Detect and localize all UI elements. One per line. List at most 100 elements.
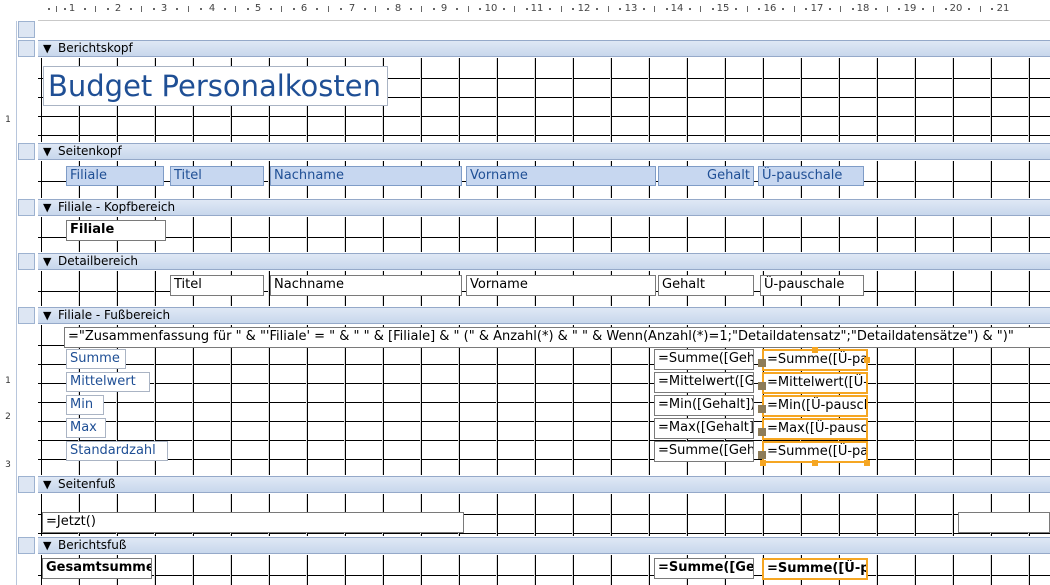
ruler-number: 19 [903, 3, 917, 14]
grand-total-label[interactable]: Gesamtsumme [42, 558, 152, 579]
ruler-number: 17 [810, 3, 824, 14]
field-ue-pauschale[interactable]: Ü-pauschale [760, 275, 864, 296]
header-label-vorname[interactable]: Vorname [466, 166, 656, 186]
ruler-dot [433, 8, 435, 10]
ruler-tick [561, 6, 562, 12]
ruler-number: 7 [348, 3, 356, 14]
section-selector-seitenfuss[interactable] [18, 476, 35, 493]
section-selector-detail[interactable] [18, 253, 35, 270]
resize-handle[interactable] [812, 460, 818, 466]
ruler-dot [503, 8, 505, 10]
section-selector-filiale-fuss[interactable] [18, 307, 35, 324]
now-expression-field[interactable]: =Jetzt() [42, 512, 464, 533]
section-band-seitenfuss[interactable]: ▼ Seitenfuß [38, 476, 1050, 493]
ruler-dot [991, 8, 993, 10]
ruler-tick [95, 6, 96, 12]
section-collapse-icon: ▼ [43, 255, 52, 268]
section-band-berichtskopf[interactable]: ▼ Berichtskopf [38, 40, 1050, 57]
ruler-number: 1 [68, 3, 76, 14]
ruler-number: 13 [624, 3, 638, 14]
header-label-titel[interactable]: Titel [170, 166, 264, 186]
summary-gehalt-standardzahl[interactable]: =Summe([Gehalt]) [654, 441, 754, 462]
group-field-filiale[interactable]: Filiale [66, 220, 166, 241]
grand-total-ue-pauschale[interactable]: =Summe([Ü-pauschale]) [762, 558, 868, 580]
ruler-number: 16 [763, 3, 777, 14]
section-band-berichtsfuss[interactable]: ▼ Berichtsfuß [38, 537, 1050, 554]
ruler-dot [735, 8, 737, 10]
ruler-number: 3 [5, 460, 11, 470]
field-vorname[interactable]: Vorname [466, 275, 656, 296]
move-handle[interactable] [758, 405, 766, 413]
ruler-dot [643, 8, 645, 10]
header-label-filiale[interactable]: Filiale [66, 166, 164, 186]
section-collapse-icon: ▼ [43, 309, 52, 322]
ruler-tick [654, 6, 655, 12]
resize-handle[interactable] [864, 460, 870, 466]
ruler-dot [84, 8, 86, 10]
summary-ue-max[interactable]: =Max([Ü-pauschale]) [762, 418, 868, 440]
summary-ue-mittelwert[interactable]: =Mittelwert([Ü-pauschale]) [762, 372, 868, 394]
move-handle[interactable] [758, 359, 766, 367]
summary-label-mittelwert[interactable]: Mittelwert [66, 372, 150, 392]
section-band-filiale-fuss[interactable]: ▼ Filiale - Fußbereich [38, 307, 1050, 324]
ruler-dot [479, 8, 481, 10]
section-label: Seitenfuß [58, 477, 116, 491]
move-handle[interactable] [758, 451, 766, 459]
resize-handle[interactable] [812, 347, 818, 353]
ruler-tick [980, 6, 981, 12]
ruler-tick [700, 6, 701, 12]
header-label-gehalt[interactable]: Gehalt [658, 166, 754, 186]
section-band-detail[interactable]: ▼ Detailbereich [38, 253, 1050, 270]
move-handle[interactable] [758, 382, 766, 390]
vertical-ruler: 1 1 2 3 [0, 21, 16, 585]
move-handle[interactable] [758, 428, 766, 436]
field-titel[interactable]: Titel [170, 275, 264, 296]
header-label-ue-pauschale[interactable]: Ü-pauschale [758, 166, 864, 186]
section-collapse-icon: ▼ [43, 42, 52, 55]
ruler-number: 4 [208, 3, 216, 14]
ruler-dot [387, 8, 389, 10]
ruler-dot [805, 8, 807, 10]
section-selector-seitenkopf[interactable] [18, 143, 35, 160]
section-label: Filiale - Fußbereich [58, 308, 171, 322]
ruler-tick [794, 6, 795, 12]
summary-label-summe[interactable]: Summe [66, 349, 126, 369]
section-band-filiale-kopf[interactable]: ▼ Filiale - Kopfbereich [38, 199, 1050, 216]
summary-gehalt-min[interactable]: =Min([Gehalt]) [654, 395, 754, 416]
resize-handle[interactable] [864, 357, 870, 363]
report-title-label[interactable]: Budget Personalkosten [43, 66, 388, 106]
report-selector[interactable] [18, 21, 35, 38]
page-number-field[interactable] [958, 512, 1050, 533]
ruler-dot [712, 8, 714, 10]
summary-label-standardzahl[interactable]: Standardzahl [66, 441, 168, 461]
section-selector-filiale-kopf[interactable] [18, 199, 35, 216]
ruler-dot [200, 8, 202, 10]
ruler-tick [328, 6, 329, 12]
ruler-tick [840, 6, 841, 12]
summary-expression-field[interactable]: ="Zusammenfassung für " & "'Filiale' = "… [64, 327, 1050, 348]
ruler-tick [375, 6, 376, 12]
ruler-number: 10 [484, 3, 498, 14]
ruler-tick [235, 6, 236, 12]
section-selector-berichtsfuss[interactable] [18, 537, 35, 554]
section-selector-berichtskopf[interactable] [18, 40, 35, 57]
section-band-seitenkopf[interactable]: ▼ Seitenkopf [38, 143, 1050, 160]
ruler-dot [852, 8, 854, 10]
summary-ue-min[interactable]: =Min([Ü-pauschale]) [762, 395, 868, 417]
ruler-tick [514, 6, 515, 12]
ruler-dot [130, 8, 132, 10]
summary-gehalt-mittelwert[interactable]: =Mittelwert([Gehalt]) [654, 372, 754, 393]
resize-handle[interactable] [760, 460, 766, 466]
summary-label-max[interactable]: Max [66, 418, 106, 438]
summary-gehalt-summe[interactable]: =Summe([Gehalt]) [654, 349, 754, 370]
summary-gehalt-max[interactable]: =Max([Gehalt]) [654, 418, 754, 439]
ruler-tick [421, 6, 422, 12]
section-area-berichtsfuss: Gesamtsumme =Summe([Gehalt]) =Summe([Ü-p… [38, 555, 1050, 585]
ruler-dot [224, 8, 226, 10]
field-gehalt[interactable]: Gehalt [658, 275, 754, 296]
ruler-dot [898, 8, 900, 10]
grand-total-gehalt[interactable]: =Summe([Gehalt]) [654, 558, 754, 579]
header-label-nachname[interactable]: Nachname [270, 166, 462, 186]
summary-label-min[interactable]: Min [66, 395, 104, 415]
field-nachname[interactable]: Nachname [270, 275, 462, 296]
